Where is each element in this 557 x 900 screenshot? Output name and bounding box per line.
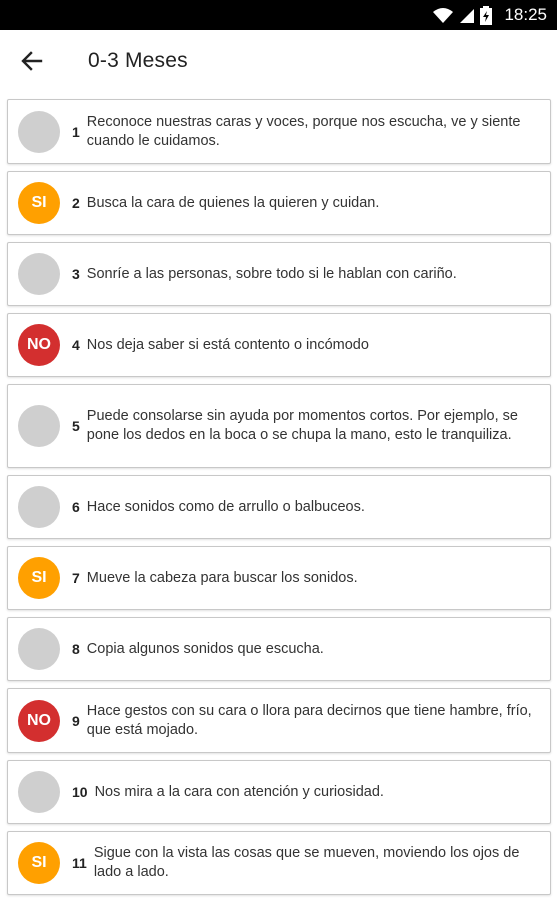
status-badge[interactable]: [18, 253, 60, 295]
wifi-icon: [433, 7, 454, 23]
milestone-item[interactable]: 5 Puede consolarse sin ayuda por momento…: [7, 384, 551, 468]
signal-icon: [460, 8, 475, 23]
item-text: Nos deja saber si está contento o incómo…: [86, 336, 369, 353]
item-number: 3: [72, 266, 80, 282]
page-title: 0-3 Meses: [88, 49, 188, 72]
item-number: 8: [72, 641, 80, 657]
back-button[interactable]: [0, 30, 64, 92]
status-badge[interactable]: NO: [18, 699, 60, 742]
item-number: 1: [72, 123, 80, 140]
milestone-item[interactable]: 1 Reconoce nuestras caras y voces, porqu…: [7, 99, 551, 164]
status-bar: 18:25: [0, 0, 557, 30]
app-bar: 0-3 Meses: [0, 30, 557, 92]
status-badge[interactable]: SI: [18, 182, 60, 224]
item-number: 9: [72, 712, 80, 729]
milestone-item[interactable]: 10 Nos mira a la cara con atención y cur…: [7, 760, 551, 824]
status-badge[interactable]: SI: [18, 557, 60, 599]
status-icons: [432, 5, 493, 25]
milestone-item[interactable]: SI 11 Sigue con la vista las cosas que s…: [7, 831, 551, 895]
milestone-item[interactable]: SI 7 Mueve la cabeza para buscar los son…: [7, 546, 551, 610]
status-badge[interactable]: [18, 628, 60, 670]
item-text: Hace sonidos como de arrullo o balbuceos…: [86, 498, 365, 515]
item-number: 11: [72, 855, 87, 871]
milestone-item[interactable]: SI 2 Busca la cara de quienes la quieren…: [7, 171, 551, 235]
milestone-item[interactable]: NO 4 Nos deja saber si está contento o i…: [7, 313, 551, 377]
milestone-item[interactable]: 6 Hace sonidos como de arrullo o balbuce…: [7, 475, 551, 539]
status-badge[interactable]: [18, 110, 60, 153]
item-text: Nos mira a la cara con atención y curios…: [94, 783, 384, 800]
item-number: 7: [72, 570, 80, 586]
item-text: Copia algunos sonidos que escucha.: [86, 640, 324, 657]
item-text: Sonríe a las personas, sobre todo si le …: [86, 265, 457, 282]
battery-icon: [480, 5, 493, 25]
item-text: Hace gestos con su cara o llora para dec…: [86, 702, 532, 738]
item-number: 2: [72, 195, 80, 211]
item-text: Puede consolarse sin ayuda por momentos …: [86, 408, 518, 443]
status-badge[interactable]: [18, 405, 60, 447]
item-number: 10: [72, 784, 88, 800]
status-badge[interactable]: NO: [18, 324, 60, 366]
status-badge[interactable]: SI: [18, 842, 60, 884]
item-number: 5: [72, 418, 80, 434]
item-text: Busca la cara de quienes la quieren y cu…: [86, 194, 380, 211]
item-number: 4: [72, 337, 80, 353]
status-badge[interactable]: [18, 486, 60, 528]
milestone-item[interactable]: NO 9 Hace gestos con su cara o llora par…: [7, 688, 551, 753]
status-badge[interactable]: [18, 771, 60, 813]
milestone-item[interactable]: 8 Copia algunos sonidos que escucha.: [7, 617, 551, 681]
item-text: Mueve la cabeza para buscar los sonidos.: [86, 569, 358, 586]
item-text: Sigue con la vista las cosas que se muev…: [93, 845, 520, 880]
arrow-left-icon: [21, 51, 43, 71]
milestone-item[interactable]: 3 Sonríe a las personas, sobre todo si l…: [7, 242, 551, 306]
item-number: 6: [72, 499, 80, 515]
item-text: Reconoce nuestras caras y voces, porque …: [86, 113, 521, 149]
status-time: 18:25: [504, 5, 547, 24]
